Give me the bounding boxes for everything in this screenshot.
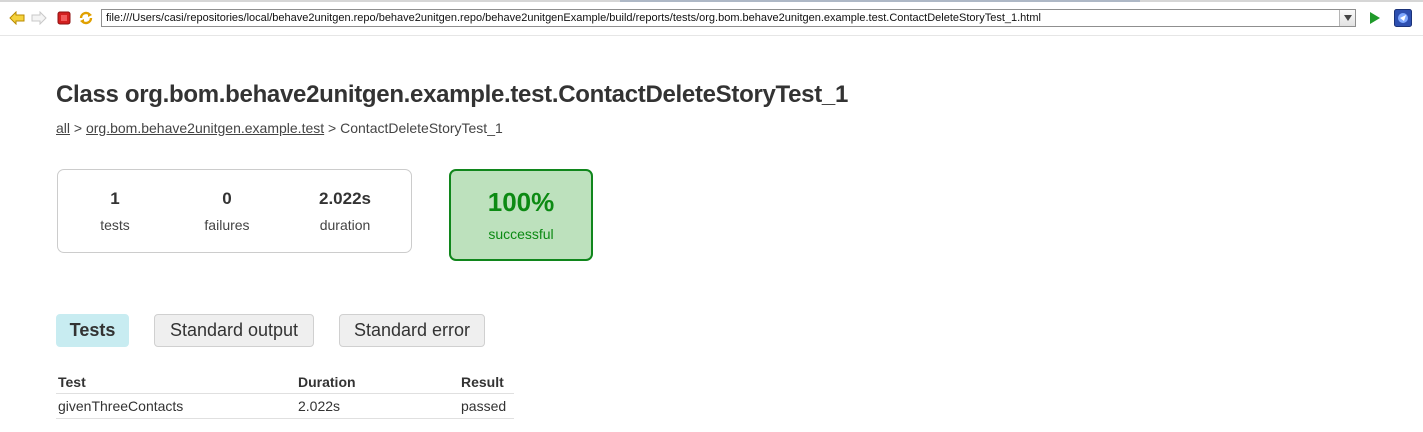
table-header-row: Test Duration Result bbox=[56, 372, 514, 394]
tests-label: tests bbox=[100, 217, 130, 233]
url-bar[interactable]: file:///Users/casi/repositories/local/be… bbox=[101, 9, 1356, 27]
page-title: Class org.bom.behave2unitgen.example.tes… bbox=[56, 81, 848, 108]
tests-counter: 1 tests bbox=[60, 188, 170, 235]
browser-toolbar: file:///Users/casi/repositories/local/be… bbox=[0, 0, 1423, 36]
extension-icon[interactable] bbox=[1394, 9, 1412, 27]
table-row: givenThreeContacts 2.022s passed bbox=[56, 393, 514, 419]
test-name-cell[interactable]: givenThreeContacts bbox=[56, 393, 296, 419]
dropdown-arrow-icon bbox=[1343, 15, 1352, 21]
duration-value: 2.022s bbox=[319, 189, 371, 208]
back-arrow-icon[interactable] bbox=[8, 9, 26, 27]
url-text[interactable]: file:///Users/casi/repositories/local/be… bbox=[106, 11, 1041, 26]
header-result: Result bbox=[459, 372, 514, 394]
breadcrumb-separator: > bbox=[328, 120, 337, 136]
test-duration-cell: 2.022s bbox=[296, 393, 459, 419]
tab-standard-output[interactable]: Standard output bbox=[154, 314, 314, 347]
tab-strip-highlight bbox=[620, 0, 1140, 2]
test-result-cell: passed bbox=[459, 393, 514, 419]
go-play-icon[interactable] bbox=[1366, 9, 1384, 27]
header-duration: Duration bbox=[296, 372, 459, 394]
duration-label: duration bbox=[319, 217, 371, 233]
failures-counter: 0 failures bbox=[172, 188, 282, 235]
breadcrumb-all-link[interactable]: all bbox=[56, 120, 70, 136]
page-content: Class org.bom.behave2unitgen.example.tes… bbox=[0, 36, 1423, 432]
refresh-icon[interactable] bbox=[77, 9, 95, 27]
breadcrumb-current: ContactDeleteStoryTest_1 bbox=[340, 120, 503, 136]
test-results-table: Test Duration Result givenThreeContacts … bbox=[56, 372, 514, 419]
failures-count: 0 bbox=[222, 189, 232, 208]
tab-standard-error[interactable]: Standard error bbox=[339, 314, 485, 347]
breadcrumb-package-link[interactable]: org.bom.behave2unitgen.example.test bbox=[86, 120, 324, 136]
forward-arrow-icon[interactable] bbox=[30, 9, 48, 27]
failures-label: failures bbox=[204, 217, 250, 233]
breadcrumb: all > org.bom.behave2unitgen.example.tes… bbox=[56, 120, 503, 136]
header-test: Test bbox=[56, 372, 296, 394]
stop-icon[interactable] bbox=[55, 9, 73, 27]
success-rate-value: 100% bbox=[487, 187, 555, 217]
duration-counter: 2.022s duration bbox=[290, 188, 400, 235]
breadcrumb-separator: > bbox=[73, 120, 83, 136]
summary-box: 1 tests 0 failures 2.022s duration bbox=[57, 169, 412, 253]
url-dropdown-button[interactable] bbox=[1339, 10, 1355, 26]
success-rate-label: successful bbox=[488, 226, 554, 242]
success-rate-box: 100% successful bbox=[449, 169, 593, 261]
tests-count: 1 bbox=[110, 189, 120, 208]
tab-tests[interactable]: Tests bbox=[56, 314, 129, 347]
